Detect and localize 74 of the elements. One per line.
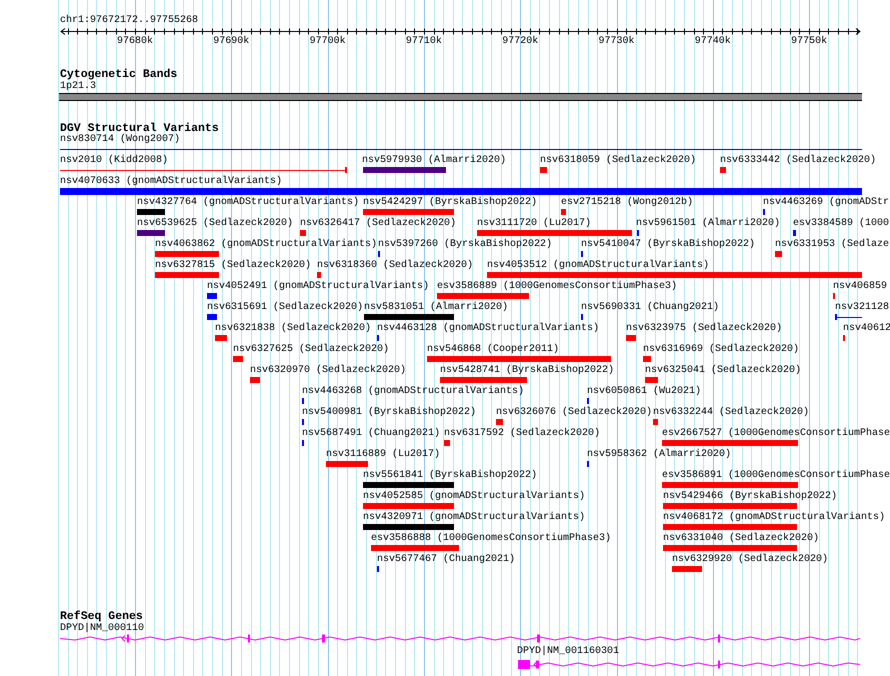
variant-label: nsv6316969 (Sedlazeck2020) [643,344,800,356]
axis-tick-label: 97740k [694,36,731,48]
track-title: RefSeq Genes [60,610,143,622]
variant-label: nsv6333442 (Sedlazeck2020) [720,155,876,167]
variant-label: esv2715218 (Wong2012b) [561,197,694,209]
axis-tick-label: 97680k [117,36,154,48]
axis-tick-label: 97750k [791,36,828,48]
track-title: Cytogenetic Bands [60,68,178,80]
axis-tick-label: 97710k [406,36,442,48]
variant-label: nsv3111720 (Lu2017) [477,218,592,230]
variant-label: nsv6320970 (Sedlazeck2020) [250,365,406,377]
variant-label: nsv5428741 (ByrskaBishop2022) [440,365,614,377]
variant-label: nsv5961501 (Almarri2020) [636,218,780,230]
variant-label: esv3384589 (1000 [793,218,890,230]
variant-label: nsv4070633 (gnomADStructuralVariants) [60,176,282,188]
variant-label: nsv5424297 (ByrskaBishop2022) [363,197,538,209]
variant-label: nsv4320971 (gnomADStructuralVariants) [363,512,586,524]
variant-label: nsv4053512 (gnomADStructuralVariants) [487,260,710,272]
variant-label: nsv3116889 (Lu2017) [326,449,440,461]
variant-label: nsv6331953 (Sedlaze [775,239,890,251]
variant-label: nsv4052491 (gnomADStructuralVariants) [207,281,430,293]
axis-tick-label: 97730k [598,36,635,48]
variant-label: nsv6323975 (Sedlazeck2020) [626,323,782,335]
variant-label: nsv4463268 (gnomADStructuralVariants) [302,386,524,398]
variant-label: nsv5958362 (Almarri2020) [587,449,732,461]
variant-label: nsv546868 (Cooper2011) [427,344,560,356]
variant-label: nsv4327764 (gnomADStructuralVariants) [137,197,360,209]
variant-label: nsv6327625 (Sedlazeck2020) [233,344,390,356]
variant-label: nsv6321838 (Sedlazeck2020) [215,323,372,335]
variant-label: nsv4463269 (gnomADStr [763,197,890,209]
variant-label: nsv6315691 (Sedlazeck2020) [207,302,364,314]
variant-label: nsv5690331 (Chuang2021) [581,302,720,314]
variant-label: nsv6325041 (Sedlazeck2020) [645,365,802,377]
band-label: 1p21.3 [60,81,96,93]
axis-tick-label: 97690k [213,36,250,48]
position-label: chr1:97672172..97755268 [60,15,198,27]
variant-label: nsv5410047 (ByrskaBishop2022) [581,239,756,251]
variant-label: nsv321128 [835,302,890,314]
variant-label: nsv5831051 (Almarri2020) [364,302,508,314]
variant-label: nsv5397260 (ByrskaBishop2022) [378,239,552,251]
variant-label: nsv6539625 (Sedlazeck2020) [137,218,294,230]
axis-tick-label: 97720k [502,36,538,48]
axis-tick-label: 97700k [310,36,346,48]
gene-label: DPYD|NM_000110 [60,623,144,635]
variant-label: nsv4463128 (gnomADStructuralVariants) [377,323,600,335]
variant-label: nsv6331040 (Sedlazeck2020) [663,533,820,545]
variant-label: nsv40612 [843,323,890,335]
variant-label: nsv6332244 (Sedlazeck2020) [653,407,810,419]
variant-label: nsv6050861 (Wu2021) [587,386,702,398]
variant-label: nsv6326417 (Sedlazeck2020) [300,218,456,230]
gene-label: DPYD|NM_001160301 [517,646,620,658]
variant-label: nsv830714 (Wong2007) [60,134,180,146]
variant-label: nsv4063862 (gnomADStructuralVariants) [155,239,378,251]
variant-label: esv3586891 (1000GenomesConsortiumPhase [662,470,890,482]
variant-label: nsv5677467 (Chuang2021) [377,554,516,566]
variant-label: nsv6318360 (Sedlazeck2020) [317,260,474,272]
variant-label: nsv6326076 (Sedlazeck2020) [496,407,652,419]
variant-label: nsv6318059 (Sedlazeck2020) [540,155,696,167]
variant-label: nsv4068172 (gnomADStructuralVariants) [663,512,886,524]
variant-label: nsv5687491 (Chuang2021) [302,428,440,440]
track-title: DGV Structural Variants [60,122,219,134]
variant-label: nsv6329920 (Sedlazeck2020) [672,554,828,566]
variant-label: nsv5561841 (ByrskaBishop2022) [363,470,538,482]
variant-label: nsv5400981 (ByrskaBishop2022) [302,407,476,419]
variant-label: esv3586889 (1000GenomesConsortiumPhase3) [437,281,678,293]
variant-label: nsv2010 (Kidd2008) [60,155,168,167]
variant-label: nsv5429466 (ByrskaBishop2022) [663,491,838,503]
variant-label: esv3586888 (1000GenomesConsortiumPhase3) [371,533,612,545]
variant-label: nsv406859 [833,281,888,293]
variant-label: nsv5979930 (Almarri2020) [362,155,506,167]
variant-label: nsv6317592 (Sedlazeck2020) [444,428,600,440]
variant-label: nsv4052585 (gnomADStructuralVariants) [363,491,586,503]
variant-label: nsv6327815 (Sedlazeck2020) [155,260,312,272]
variant-label: esv2667527 (1000GenomesConsortiumPhase [662,428,890,440]
